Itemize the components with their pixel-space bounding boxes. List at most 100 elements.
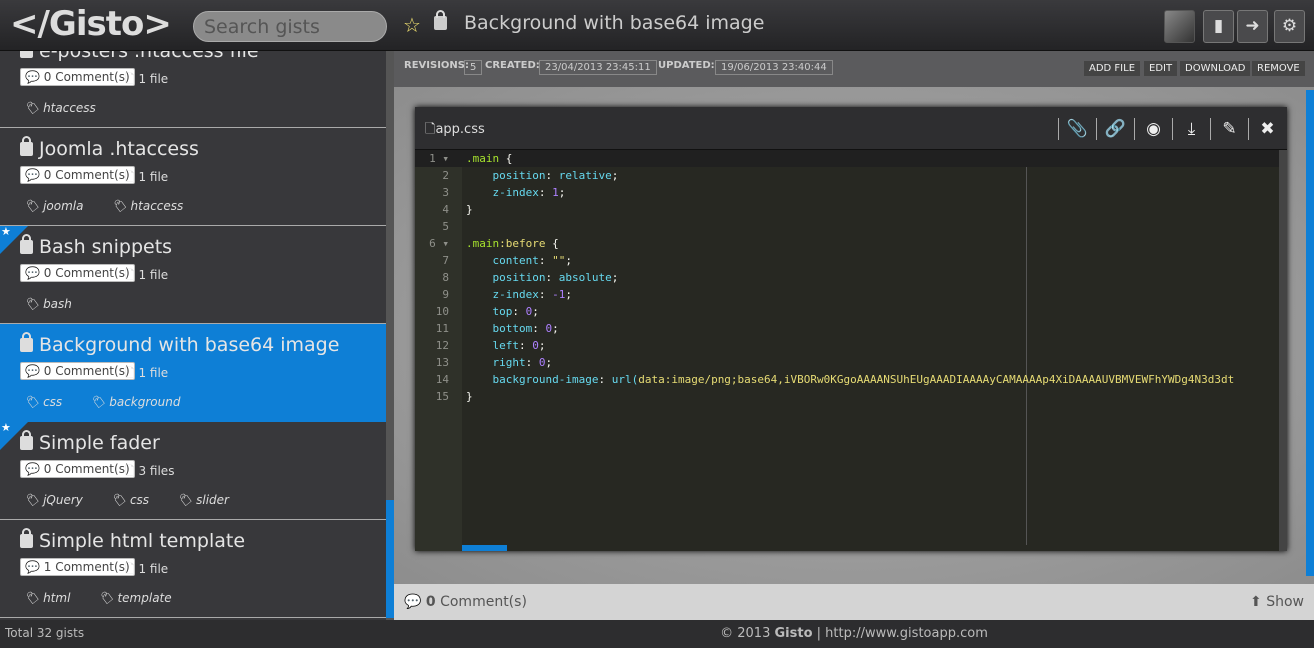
pencil-icon[interactable]: ✎ <box>1210 118 1248 140</box>
gist-item-title[interactable]: Background with base64 image <box>20 332 339 356</box>
tag[interactable]: 🏷 html <box>24 591 84 605</box>
code-line: 3 z-index: 1; <box>442 186 566 199</box>
revisions-label: REVISIONS: <box>404 60 469 71</box>
editor-vertical-scrollbar[interactable] <box>1279 150 1287 551</box>
file-count: 🗋 3 files <box>125 464 175 478</box>
updated-label: UPDATED: <box>658 60 715 71</box>
comments-badge[interactable]: 💬 0 Comment(s) <box>20 68 135 86</box>
code-line: 4} <box>442 203 473 216</box>
gist-item-title[interactable]: Simple html template <box>20 528 245 552</box>
gist-count: Total 32 gists <box>0 620 394 648</box>
lock-icon <box>20 430 33 450</box>
edit-button[interactable]: EDIT <box>1144 61 1178 76</box>
code-area[interactable]: 1 ▾ .main { 2 position: relative; 3 z-ind… <box>415 150 1279 405</box>
tag[interactable]: 🏷 joomla <box>24 199 97 213</box>
comment-label: Comment(s) <box>435 594 527 610</box>
sidebar-scrollbar-thumb[interactable] <box>386 500 394 618</box>
gist-item-title[interactable]: Bash snippets <box>20 234 172 258</box>
code-line: 9 z-index: -1; <box>442 288 572 301</box>
code-line: 15} <box>435 390 473 403</box>
lock-icon <box>20 136 33 156</box>
comment-icon: 💬 <box>404 594 422 610</box>
tag[interactable]: 🏷 htaccess <box>24 101 110 115</box>
link-icon[interactable]: 🔗 <box>1096 118 1134 140</box>
file-count: 🗋 1 file <box>125 72 169 86</box>
file-count: 🗋 1 file <box>125 170 169 184</box>
tag[interactable]: 🏷 css <box>111 493 163 507</box>
tag[interactable]: 🏷 background <box>90 395 194 409</box>
created-label: CREATED: <box>485 60 540 71</box>
editor-horizontal-scrollbar[interactable] <box>462 545 507 551</box>
footer-link[interactable]: | http://www.gistoapp.com <box>813 626 988 641</box>
code-line: 2 position: relative; <box>442 169 619 182</box>
gist-meta-bar: REVISIONS: 5 CREATED: 23/04/2013 23:45:1… <box>394 51 1314 87</box>
code-line: 6 ▾ .main:before { <box>429 237 559 250</box>
close-icon[interactable]: ✖ <box>1248 118 1286 140</box>
tag-list: 🏷 html 🏷 template <box>24 591 200 605</box>
file-count: 🗋 1 file <box>125 562 169 576</box>
gist-list-item[interactable]: ★ Bash snippets 💬 0 Comment(s) 🗋 1 file 🏷 ba… <box>0 225 386 324</box>
gist-item-title[interactable]: Simple fader <box>20 430 160 454</box>
comments-badge[interactable]: 💬 0 Comment(s) <box>20 460 135 478</box>
created-value: 23/04/2013 23:45:11 <box>539 60 657 75</box>
search-input[interactable] <box>193 11 387 42</box>
lock-icon <box>434 10 448 32</box>
star-icon: ★ <box>1 421 11 434</box>
star-icon: ★ <box>1 225 11 238</box>
revisions-value: 5 <box>464 60 483 75</box>
tag[interactable]: 🏷 css <box>24 395 76 409</box>
tag[interactable]: 🏷 template <box>98 591 185 605</box>
gist-list-item[interactable]: Simple html template 💬 1 Comment(s) 🗋 1 fi… <box>0 520 386 618</box>
comments-badge[interactable]: 💬 1 Comment(s) <box>20 558 135 576</box>
code-line: 1 ▾ .main { <box>415 150 1279 167</box>
editor-header: 🗋app.css 📎 🔗 ◉ ⤓ ✎ ✖ <box>415 107 1287 150</box>
sidebar: e-posters .htaccess file 💬 0 Comment(s) 🗋 … <box>0 0 394 648</box>
file-count: 🗋 1 file <box>125 366 169 380</box>
lock-icon <box>20 234 33 254</box>
lock-icon <box>20 332 33 352</box>
gear-icon[interactable]: ⚙ <box>1274 10 1305 43</box>
add-file-button[interactable]: ADD FILE <box>1084 61 1141 76</box>
gist-title: Background with base64 image <box>464 12 765 34</box>
download-icon[interactable]: ⤓ <box>1172 118 1210 140</box>
gist-list-item[interactable]: Background with base64 image 💬 0 Comment(… <box>0 324 386 422</box>
gist-list-item[interactable]: ★ Simple fader 💬 0 Comment(s) 🗋 3 files 🏷 jQ… <box>0 421 386 520</box>
avatar[interactable] <box>1164 10 1195 43</box>
file-name: 🗋app.css <box>425 120 485 142</box>
gist-item-title[interactable]: Joomla .htaccess <box>20 136 199 160</box>
gist-list-item[interactable]: Joomla .htaccess 💬 0 Comment(s) 🗋 1 file 🏷 … <box>0 128 386 226</box>
star-icon[interactable]: ☆ <box>403 13 421 37</box>
code-line: 13 right: 0; <box>435 356 553 369</box>
show-comments-button[interactable]: ⬆ Show <box>1250 594 1304 610</box>
footer: © 2013 Gisto | http://www.gistoapp.com <box>394 620 1314 648</box>
file-count: 🗋 1 file <box>125 268 169 282</box>
comments-badge[interactable]: 💬 0 Comment(s) <box>20 264 135 282</box>
code-line: 10 top: 0; <box>435 305 539 318</box>
comments-badge[interactable]: 💬 0 Comment(s) <box>20 362 135 380</box>
code-line: 11 bottom: 0; <box>435 322 559 335</box>
new-file-icon[interactable]: ▮ <box>1203 10 1234 43</box>
code-line: 7 content: ""; <box>442 254 572 267</box>
tag[interactable]: 🏷 jQuery <box>24 493 97 507</box>
lock-icon <box>20 528 33 548</box>
code-line: 14 background-image: url(data:image/png;… <box>435 373 1235 386</box>
footer-brand: Gisto <box>774 626 813 641</box>
github-icon[interactable]: ◉ <box>1134 118 1172 140</box>
copyright: © 2013 <box>720 626 775 641</box>
file-name-text: app.css <box>435 122 485 137</box>
tag[interactable]: 🏷 slider <box>177 493 243 507</box>
tag[interactable]: 🏷 htaccess <box>111 199 197 213</box>
download-button[interactable]: DOWNLOAD <box>1180 61 1251 76</box>
tag[interactable]: 🏷 bash <box>24 297 86 311</box>
logo: </Gisto> <box>10 4 172 44</box>
content-scrollbar[interactable] <box>1306 90 1314 576</box>
file-editor: 🗋app.css 📎 🔗 ◉ ⤓ ✎ ✖ 1 ▾ .main { 2 positi… <box>415 107 1287 551</box>
remove-button[interactable]: REMOVE <box>1252 61 1305 76</box>
top-bar: </Gisto> ☆ Background with base64 image … <box>0 0 1314 51</box>
paperclip-icon[interactable]: 📎 <box>1058 118 1096 140</box>
file-icon: 🗋 <box>425 122 436 137</box>
tag-list: 🏷 joomla 🏷 htaccess <box>24 199 211 213</box>
tag-list: 🏷 htaccess <box>24 101 124 115</box>
logout-icon[interactable]: ➜ <box>1237 10 1268 43</box>
comments-badge[interactable]: 💬 0 Comment(s) <box>20 166 135 184</box>
